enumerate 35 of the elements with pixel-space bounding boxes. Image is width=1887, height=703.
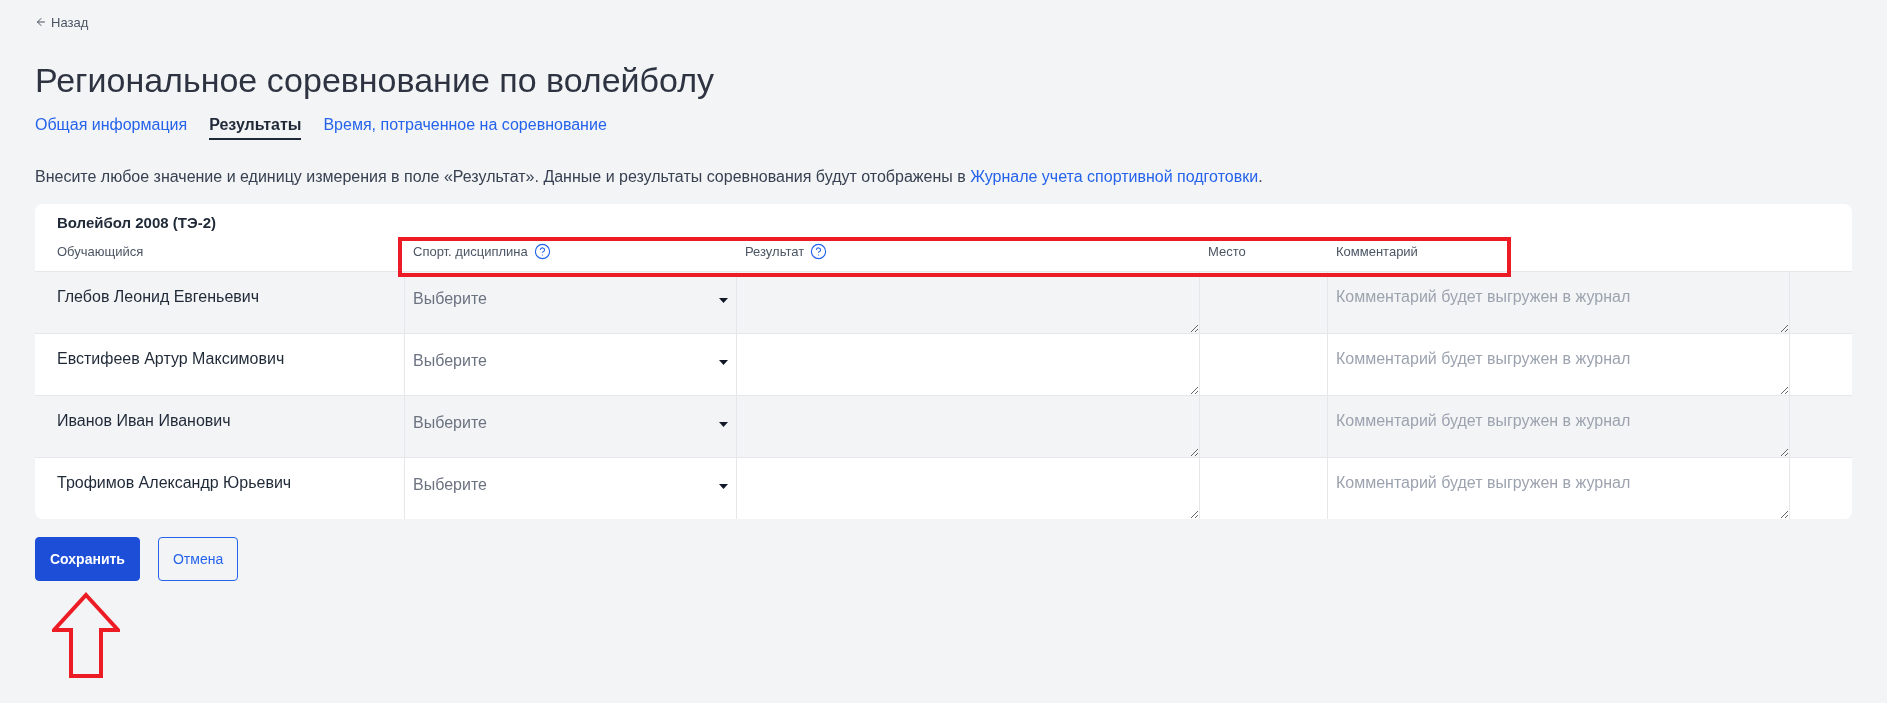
student-name: Глебов Леонид Евгеньевич — [56, 287, 260, 307]
journal-link[interactable]: Журнале учета спортивной подготовки — [970, 168, 1259, 185]
help-icon[interactable] — [810, 242, 828, 260]
student-name: Трофимов Александр Юрьевич — [56, 473, 292, 493]
column-header: Результат — [745, 243, 805, 259]
column-header: Обучающийся — [57, 243, 144, 259]
comment-field[interactable]: Комментарий будет выгружен в журнал — [1328, 272, 1789, 333]
back-link[interactable]: Назад — [35, 14, 89, 30]
column-header: Спорт. дисциплина — [413, 243, 528, 259]
back-link-label: Назад — [51, 14, 89, 30]
page-title: Региональное соревнование по волейболу — [35, 60, 716, 100]
discipline-select[interactable]: Выберите — [405, 334, 736, 395]
student-name: Евстифеев Артур Максимович — [56, 349, 285, 369]
arrow-left-icon — [35, 16, 47, 28]
group-title: Волейбол 2008 (ТЭ-2) — [56, 213, 217, 231]
tab[interactable]: Результаты — [209, 116, 302, 140]
comment-field[interactable]: Комментарий будет выгружен в журнал — [1328, 396, 1789, 457]
cancel-button[interactable]: Отмена — [157, 537, 239, 581]
discipline-select[interactable]: Выберите — [405, 272, 736, 333]
tab[interactable]: Общая информация — [35, 116, 188, 140]
caret-icon — [719, 360, 728, 365]
student-name: Иванов Иван Иванович — [56, 411, 231, 431]
caret-icon — [719, 422, 728, 427]
save-button[interactable]: Сохранить — [35, 537, 140, 581]
help-icon[interactable] — [533, 242, 551, 260]
discipline-select[interactable]: Выберите — [405, 396, 736, 457]
tab[interactable]: Время, потраченное на соревнование — [323, 116, 607, 140]
comment-field[interactable]: Комментарий будет выгружен в журнал — [1328, 334, 1789, 395]
comment-field[interactable]: Комментарий будет выгружен в журнал — [1328, 458, 1789, 519]
caret-icon — [719, 298, 728, 303]
caret-icon — [719, 484, 728, 489]
discipline-select[interactable]: Выберите — [405, 458, 736, 519]
description-text: Внесите любое значение и единицу измерения в поле «Результат». Данные и результаты соревнования будут отображены в Журнале учета спортивной подготовки. — [35, 167, 1264, 187]
column-header: Комментарий — [1336, 243, 1418, 259]
column-header: Место — [1208, 243, 1246, 259]
